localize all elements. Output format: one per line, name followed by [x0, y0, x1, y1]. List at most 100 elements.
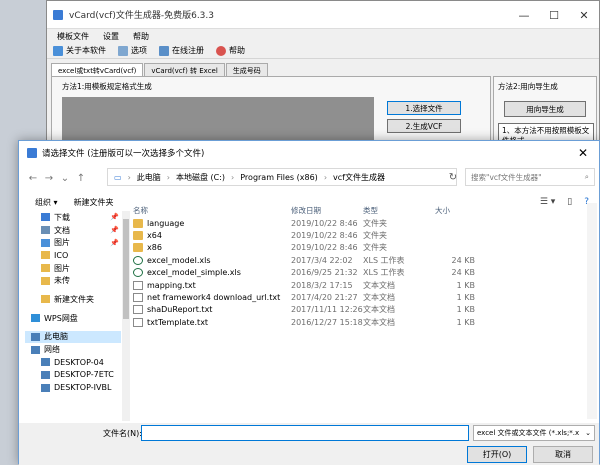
- about-button[interactable]: 关于本软件: [53, 45, 106, 56]
- help-button[interactable]: 帮助: [216, 45, 245, 56]
- generate-vcf-button[interactable]: 2.生成VCF: [387, 119, 461, 133]
- maximize-icon[interactable]: ☐: [539, 1, 569, 29]
- file-name-cell: mapping.txt: [133, 280, 291, 290]
- file-row[interactable]: mapping.txt 2018/3/2 17:15 文本文档 1 KB: [133, 279, 583, 291]
- file-row[interactable]: excel_model.xls 2017/3/4 22:02 XLS 工作表 24 K…: [133, 254, 583, 266]
- breadcrumb-local-disk[interactable]: 本地磁盘 (C:): [176, 172, 225, 183]
- help-icon: [216, 45, 226, 56]
- file-date: 2016/12/27 15:18: [291, 317, 363, 327]
- forward-arrow-icon[interactable]: →: [41, 173, 57, 184]
- file-row[interactable]: shaDuReport.txt 2017/11/11 12:26 文本文档 1 KB: [133, 304, 583, 316]
- sidebar-item[interactable]: 新建文件夹: [25, 293, 121, 306]
- file-name-cell: x64: [133, 231, 291, 241]
- app-toolbar: 关于本软件 选项 在线注册 帮助: [47, 43, 599, 59]
- sidebar-item[interactable]: 图片: [25, 262, 121, 275]
- app-title: vCard(vcf)文件生成器-免费版6.3.3: [69, 11, 214, 21]
- file-row[interactable]: txtTemplate.txt 2016/12/27 15:18 文本文档 1 KB: [133, 316, 583, 328]
- breadcrumb-separator-icon: ›: [231, 172, 235, 182]
- file-name: shaDuReport.txt: [147, 305, 213, 315]
- tab-generate-numbers[interactable]: 生成号码: [225, 63, 268, 77]
- location-icon: [41, 383, 50, 392]
- sidebar-item[interactable]: ICO: [25, 249, 121, 262]
- register-icon: [159, 45, 169, 56]
- open-button[interactable]: 打开(O): [467, 446, 527, 463]
- dialog-close-icon[interactable]: ✕: [567, 141, 599, 165]
- menu-settings[interactable]: 设置: [103, 31, 119, 42]
- file-list-scrollbar[interactable]: [587, 203, 597, 419]
- sidebar-item[interactable]: 未传: [25, 274, 121, 287]
- column-size[interactable]: 大小: [435, 205, 475, 216]
- menu-template-file[interactable]: 模板文件: [57, 31, 89, 42]
- app-icon: [53, 9, 63, 20]
- file-row[interactable]: language 2019/10/22 8:46 文件夹: [133, 217, 583, 229]
- file-type: XLS 工作表: [363, 268, 405, 278]
- sidebar-item-label: DESKTOP-IVBL: [54, 383, 112, 393]
- search-input[interactable]: 搜索"vcf文件生成器" ⌕: [465, 168, 595, 186]
- minimize-icon[interactable]: —: [509, 1, 539, 29]
- cancel-button[interactable]: 取消: [533, 446, 593, 463]
- file-rows: language 2019/10/22 8:46 文件夹 x64 2019/10/22 …: [133, 217, 583, 329]
- recent-chevron-icon[interactable]: ⌄: [57, 173, 73, 184]
- sidebar-item[interactable]: 文档 📌: [25, 224, 121, 237]
- tab-vcard-to-excel[interactable]: vCard(vcf) 转 Excel: [144, 63, 225, 77]
- dialog-footer: 文件名(N): excel 文件或文本文件 (*.xls;*.x ⌄ 打开(O)…: [19, 423, 599, 465]
- breadcrumb-program-files[interactable]: Program Files (x86): [240, 173, 318, 182]
- navigation-scrollbar[interactable]: [122, 211, 130, 421]
- menu-help[interactable]: 帮助: [133, 31, 149, 42]
- sidebar-item[interactable]: 下载 📌: [25, 211, 121, 224]
- file-date: 2019/10/22 8:46: [291, 243, 358, 253]
- sidebar-item[interactable]: 图片 📌: [25, 236, 121, 249]
- help-label: 帮助: [229, 46, 245, 55]
- sidebar-item-label: 此电脑: [44, 332, 68, 342]
- file-name-cell: x86: [133, 243, 291, 253]
- breadcrumb-this-pc[interactable]: 此电脑: [137, 172, 161, 183]
- txt-icon: [133, 280, 143, 290]
- file-row[interactable]: net framework4 download_url.txt 2017/4/20…: [133, 291, 583, 303]
- file-list: 名称 修改日期 类型 大小 language 2019/10/22 8:46 文件夹…: [133, 203, 583, 419]
- file-date: 2018/3/2 17:15: [291, 280, 353, 290]
- file-row[interactable]: x64 2019/10/22 8:46 文件夹: [133, 229, 583, 241]
- file-row[interactable]: x86 2019/10/22 8:46 文件夹: [133, 242, 583, 254]
- scrollbar-thumb[interactable]: [123, 219, 129, 319]
- sidebar-item[interactable]: WPS网盘: [25, 312, 121, 325]
- refresh-icon[interactable]: ↻: [444, 168, 462, 186]
- column-name[interactable]: 名称: [133, 205, 291, 216]
- method2-panel: 方法2:用向导生成 用向导生成 1、本方法不用按照模板文件格式,: [493, 76, 597, 150]
- file-type: 文件夹: [363, 231, 387, 241]
- options-button[interactable]: 选项: [118, 45, 147, 56]
- tab-excel-to-vcard[interactable]: excel或txt转vCard(vcf): [51, 63, 144, 77]
- back-arrow-icon[interactable]: ←: [25, 173, 41, 184]
- location-icon: [41, 226, 50, 235]
- file-name: txtTemplate.txt: [147, 317, 209, 327]
- organize-button[interactable]: 组织 ▾: [35, 197, 58, 208]
- filetype-select[interactable]: excel 文件或文本文件 (*.xls;*.x ⌄: [473, 425, 595, 441]
- location-icon: [41, 213, 50, 222]
- sidebar-item[interactable]: DESKTOP-04: [25, 356, 121, 369]
- file-name-cell: language: [133, 218, 291, 228]
- file-type: 文件夹: [363, 218, 387, 228]
- register-button[interactable]: 在线注册: [159, 45, 204, 56]
- new-folder-button[interactable]: 新建文件夹: [74, 197, 114, 208]
- select-file-button[interactable]: 1.选择文件: [387, 101, 461, 115]
- close-icon[interactable]: ✕: [569, 1, 599, 29]
- folder-icon: [133, 243, 143, 253]
- sidebar-item[interactable]: DESKTOP-7ETC: [25, 369, 121, 382]
- wizard-button[interactable]: 用向导生成: [504, 101, 586, 117]
- file-type: 文本文档: [363, 317, 395, 327]
- address-bar[interactable]: ▭ › 此电脑 › 本地磁盘 (C:) › Program Files (x86…: [107, 168, 457, 186]
- breadcrumb-vcf-folder[interactable]: vcf文件生成器: [333, 172, 385, 183]
- sidebar-item-label: DESKTOP-7ETC: [54, 370, 114, 380]
- up-arrow-icon[interactable]: ↑: [73, 173, 89, 184]
- sidebar-item[interactable]: DESKTOP-IVBL: [25, 381, 121, 394]
- filename-input[interactable]: [141, 425, 469, 441]
- file-name: net framework4 download_url.txt: [147, 293, 281, 303]
- excel-icon: [133, 255, 143, 265]
- file-row[interactable]: excel_model_simple.xls 2016/9/25 21:32 XLS…: [133, 267, 583, 279]
- file-size: 24 KB: [451, 255, 475, 265]
- sidebar-item[interactable]: 此电脑: [25, 330, 121, 344]
- file-name: excel_model_simple.xls: [147, 268, 241, 278]
- sidebar-item[interactable]: 网络: [25, 343, 121, 356]
- pin-icon: 📌: [110, 213, 119, 222]
- column-type[interactable]: 类型: [363, 205, 435, 216]
- column-date[interactable]: 修改日期: [291, 205, 363, 216]
